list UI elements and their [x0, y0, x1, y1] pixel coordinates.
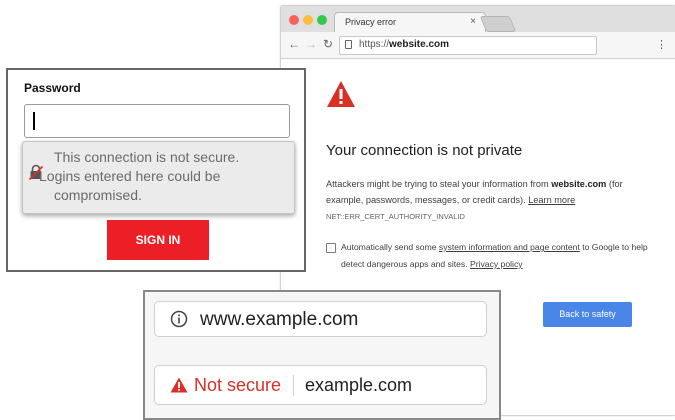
- zoom-window-button[interactable]: [317, 15, 327, 25]
- password-label: Password: [24, 81, 81, 95]
- password-panel: Password This connection is not secure. …: [6, 68, 306, 272]
- back-arrow-icon[interactable]: ←: [288, 37, 300, 51]
- insecure-login-warning: This connection is not secure. Logins en…: [22, 141, 295, 214]
- error-desc-prefix: Attackers might be trying to steal your …: [326, 179, 552, 189]
- sign-in-button[interactable]: SIGN IN: [107, 220, 209, 260]
- warning-line-2: Logins entered here could be: [39, 168, 221, 184]
- privacy-policy-link[interactable]: Privacy policy: [470, 259, 523, 269]
- tab-privacy-error[interactable]: Privacy error ×: [334, 12, 486, 33]
- warning-triangle-icon[interactable]: [170, 377, 188, 393]
- warning-text: This connection is not secure. Logins en…: [39, 148, 239, 205]
- page-icon: [345, 40, 352, 49]
- address-bar[interactable]: https://website.com: [339, 36, 597, 55]
- warning-line-3: compromised.: [54, 187, 142, 203]
- warning-line-1: This connection is not secure.: [54, 149, 240, 165]
- error-code: NET::ERR_CERT_AUTHORITY_INVALID: [326, 212, 465, 221]
- report-text: Automatically send some system informati…: [341, 239, 651, 273]
- new-tab-button[interactable]: [479, 16, 517, 32]
- address-bar-comparison: www.example.com Not secure example.com: [143, 290, 501, 420]
- text-cursor: [33, 112, 35, 130]
- learn-more-link[interactable]: Learn more: [528, 195, 575, 205]
- secure-url: www.example.com: [200, 309, 359, 330]
- back-to-safety-button[interactable]: Back to safety: [543, 302, 632, 327]
- url-scheme: https://: [359, 39, 390, 50]
- error-description: Attackers might be trying to steal your …: [326, 176, 648, 208]
- browser-toolbar: ← → ↻ https://website.com ⋮: [281, 32, 675, 59]
- not-secure-label: Not secure: [194, 375, 282, 395]
- tab-bar: Privacy error ×: [281, 6, 675, 33]
- system-info-link[interactable]: system information and page content: [439, 242, 580, 252]
- not-secure-address-bar[interactable]: Not secure example.com: [154, 365, 487, 405]
- report-checkbox[interactable]: [326, 243, 336, 253]
- menu-icon[interactable]: ⋮: [656, 38, 667, 51]
- tab-close-icon[interactable]: ×: [470, 16, 476, 27]
- insecure-url: example.com: [305, 375, 413, 395]
- report-prefix: Automatically send some: [341, 242, 439, 252]
- close-window-button[interactable]: [289, 15, 299, 25]
- info-icon[interactable]: [170, 310, 188, 328]
- url-host: website.com: [389, 39, 450, 50]
- address-url: https://website.com: [359, 39, 449, 50]
- secure-address-bar[interactable]: www.example.com: [154, 301, 487, 337]
- error-title: Your connection is not private: [326, 142, 523, 159]
- address-divider: [293, 375, 294, 396]
- forward-arrow-icon[interactable]: →: [305, 37, 317, 51]
- tab-title: Privacy error: [345, 17, 397, 27]
- reload-icon[interactable]: ↻: [323, 37, 333, 51]
- password-field[interactable]: [24, 104, 290, 138]
- warning-triangle-icon: [327, 81, 355, 107]
- error-desc-host: website.com: [551, 179, 607, 189]
- minimize-window-button[interactable]: [303, 15, 313, 25]
